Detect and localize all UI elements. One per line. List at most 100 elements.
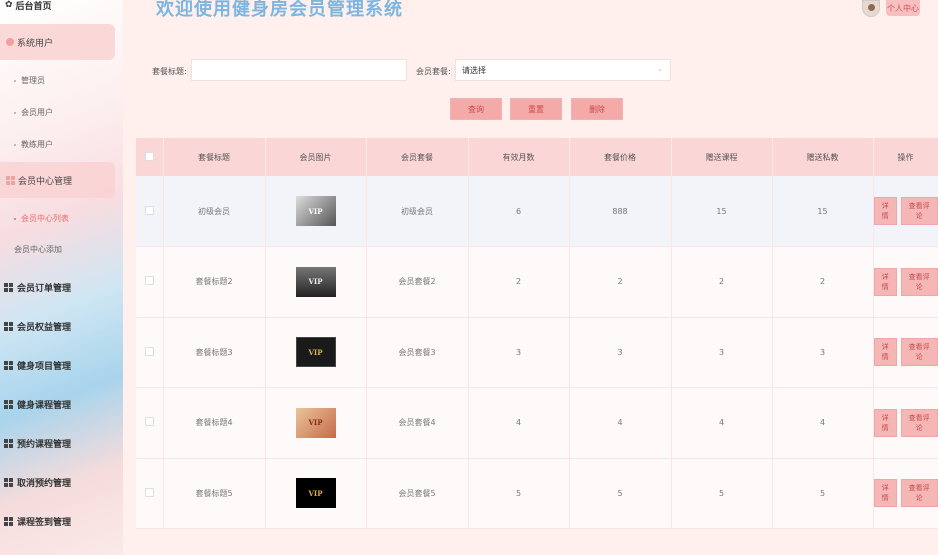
cell-coaching: 5 [772,458,874,529]
sidebar: ✿ 后台首页 系统用户 管理员 会员用户 教练用户 会员中心管理 会员中心列表 … [0,0,123,555]
member-image: VIP [295,478,336,509]
cell-package: 会员套餐4 [366,387,469,459]
cell-title: 初级会员 [163,176,266,247]
cell-courses: 3 [671,317,773,388]
column-header: 会员套餐 [366,138,469,176]
sidebar-item-orders[interactable]: 会员订单管理 [4,281,71,294]
cell-image: VIP [265,458,367,529]
cell-price: 3 [569,317,672,388]
member-image: VIP [295,337,336,368]
cell-months: 2 [468,246,570,318]
grid-icon [4,439,13,448]
sidebar-item-member-center-list[interactable]: 会员中心列表 [14,213,69,224]
gear-icon: ✿ [5,0,13,10]
cell-months: 3 [468,317,570,388]
sidebar-item-coach-users[interactable]: 教练用户 [14,139,53,150]
package-select-value: 请选择 [462,65,486,75]
delete-button[interactable]: 删除 [571,98,623,120]
view-reviews-button[interactable]: 查看评论 [900,408,938,437]
table-row[interactable]: 初级会员 VIP 初级会员 6 888 15 15 详情 查看评论 [136,176,938,247]
cell-coaching: 4 [772,387,874,459]
detail-button[interactable]: 详情 [873,267,897,296]
sidebar-item-member-center-add[interactable]: 会员中心添加 [14,244,62,255]
title-filter-label: 套餐标题: [152,67,187,76]
cell-title: 套餐标题2 [163,246,266,318]
detail-button[interactable]: 详情 [873,479,897,508]
cell-courses: 2 [671,246,773,318]
cell-coaching: 3 [772,317,874,388]
row-checkbox[interactable] [144,205,154,215]
cell-title: 套餐标题4 [163,387,266,459]
column-header: 操作 [873,138,938,176]
select-all-checkbox[interactable] [144,151,154,161]
view-reviews-button[interactable]: 查看评论 [900,479,938,508]
sidebar-item-courses[interactable]: 健身课程管理 [4,398,71,411]
cell-courses: 5 [671,458,773,529]
column-header: 会员图片 [265,138,367,176]
sidebar-item-benefits[interactable]: 会员权益管理 [4,320,71,333]
cell-package: 会员套餐3 [366,317,469,388]
grid-icon [4,361,13,370]
grid-icon [4,400,13,409]
cell-price: 2 [569,246,672,318]
grid-icon [4,322,13,331]
row-checkbox[interactable] [144,487,154,497]
detail-button[interactable]: 详情 [873,197,897,225]
member-image: VIP [295,266,336,297]
grid-icon [6,175,15,185]
cell-title: 套餐标题5 [163,458,266,529]
view-reviews-button[interactable]: 查看评论 [900,267,938,296]
table-row[interactable]: 套餐标题3 VIP 会员套餐3 3 3 3 3 详情 查看评论 [136,317,938,388]
table-row[interactable]: 套餐标题2 VIP 会员套餐2 2 2 2 2 详情 查看评论 [136,246,938,318]
member-image: VIP [295,196,336,226]
grid-icon [4,283,13,292]
sidebar-group-member-center[interactable]: 会员中心管理 [0,162,115,198]
sidebar-item-home[interactable]: ✿ 后台首页 [5,0,52,12]
cell-package: 会员套餐5 [366,458,469,529]
cell-package: 初级会员 [366,176,469,247]
row-checkbox[interactable] [144,417,154,427]
reset-button[interactable]: 重置 [510,98,562,120]
view-reviews-button[interactable]: 查看评论 [900,338,938,367]
cell-courses: 15 [671,176,773,247]
sidebar-item-cancellations[interactable]: 取消预约管理 [4,476,71,489]
column-header: 有效月数 [468,138,570,176]
cell-courses: 4 [671,387,773,459]
grid-icon [4,517,13,526]
table-row[interactable]: 套餐标题5 VIP 会员套餐5 5 5 5 5 详情 查看评论 [136,458,938,529]
cell-price: 4 [569,387,672,459]
dot-icon [14,143,16,146]
avatar[interactable] [862,0,880,17]
view-reviews-button[interactable]: 查看评论 [900,197,938,225]
sidebar-item-admin[interactable]: 管理员 [14,75,45,86]
cell-coaching: 2 [772,246,874,318]
table-row[interactable]: 套餐标题4 VIP 会员套餐4 4 4 4 4 详情 查看评论 [136,387,938,459]
sidebar-item-checkins[interactable]: 课程签到管理 [4,515,71,528]
query-button[interactable]: 查询 [450,98,502,120]
cell-months: 5 [468,458,570,529]
dot-icon [14,79,16,82]
sidebar-group-system-users[interactable]: 系统用户 [0,24,115,60]
select-all-cell[interactable] [136,138,164,176]
page-title: 欢迎使用健身房会员管理系统 [156,0,403,20]
row-checkbox[interactable] [144,346,154,356]
sidebar-item-projects[interactable]: 健身项目管理 [4,359,71,372]
row-checkbox[interactable] [144,276,154,286]
cell-months: 6 [468,176,570,247]
sidebar-item-bookings[interactable]: 预约课程管理 [4,437,71,450]
cell-image: VIP [265,317,367,388]
chevron-down-icon: ⌄ [657,65,663,73]
package-table: 套餐标题 会员图片 会员套餐 有效月数 套餐价格 赠送课程 赠送私教 操作 初级… [136,138,938,529]
profile-button[interactable]: 个人中心 [886,0,920,16]
grid-icon [4,478,13,487]
column-header: 赠送课程 [671,138,773,176]
column-header: 套餐标题 [163,138,266,176]
sidebar-item-member-users[interactable]: 会员用户 [14,107,53,118]
detail-button[interactable]: 详情 [873,408,897,437]
cell-image: VIP [265,176,367,247]
package-select[interactable]: 请选择 ⌄ [455,59,671,81]
cell-coaching: 15 [772,176,874,247]
title-filter-input[interactable] [191,59,407,81]
detail-button[interactable]: 详情 [873,338,897,367]
cell-price: 888 [569,176,672,247]
